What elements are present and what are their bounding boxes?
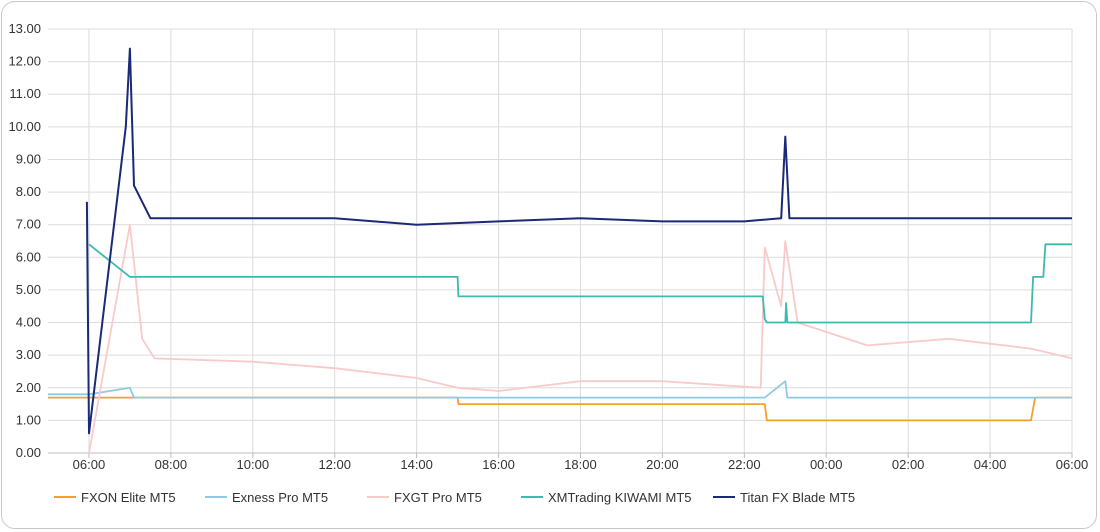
legend-item[interactable]: Titan FX Blade MT5 — [713, 490, 855, 505]
legend-label: Titan FX Blade MT5 — [740, 490, 855, 505]
series-line-fxon-elite-mt5 — [48, 396, 1072, 422]
x-tick-label: 06:00 — [1056, 457, 1089, 472]
y-axis-ticks: 0.00 1.00 2.00 3.00 4.00 5.00 6.00 7.00 8.00 9.00… — [8, 21, 41, 460]
y-tick-label: 0.00 — [16, 445, 41, 460]
x-tick-label: 16:00 — [482, 457, 515, 472]
series-lines — [48, 47, 1073, 454]
legend-item[interactable]: FXGT Pro MT5 — [367, 490, 482, 505]
y-tick-label: 8.00 — [16, 184, 41, 199]
line-chart: 0.00 1.00 2.00 3.00 4.00 5.00 6.00 7.00 8.00 9.00… — [8, 21, 1089, 505]
legend-item[interactable]: XMTrading KIWAMI MT5 — [521, 490, 692, 505]
y-tick-label: 6.00 — [16, 249, 41, 264]
x-tick-label: 02:00 — [892, 457, 925, 472]
y-tick-label: 12.00 — [8, 54, 41, 69]
legend-label: FXGT Pro MT5 — [394, 490, 482, 505]
y-tick-label: 7.00 — [16, 217, 41, 232]
legend: FXON Elite MT5 Exness Pro MT5 FXGT Pro MT5… — [54, 490, 855, 505]
y-tick-label: 9.00 — [16, 151, 41, 166]
x-tick-label: 14:00 — [400, 457, 433, 472]
gridlines — [48, 28, 1073, 458]
y-tick-label: 3.00 — [16, 347, 41, 362]
y-tick-label: 4.00 — [16, 315, 41, 330]
x-tick-label: 20:00 — [646, 457, 679, 472]
legend-item[interactable]: FXON Elite MT5 — [54, 490, 176, 505]
legend-label: Exness Pro MT5 — [232, 490, 328, 505]
y-tick-label: 10.00 — [8, 119, 41, 134]
y-tick-label: 1.00 — [16, 412, 41, 427]
x-tick-label: 10:00 — [237, 457, 270, 472]
legend-label: FXON Elite MT5 — [81, 490, 176, 505]
x-tick-label: 04:00 — [974, 457, 1007, 472]
legend-item[interactable]: Exness Pro MT5 — [205, 490, 328, 505]
y-tick-label: 2.00 — [16, 380, 41, 395]
x-tick-label: 08:00 — [155, 457, 188, 472]
x-tick-label: 12:00 — [318, 457, 351, 472]
x-tick-label: 00:00 — [810, 457, 843, 472]
y-tick-label: 5.00 — [16, 282, 41, 297]
y-tick-label: 13.00 — [8, 21, 41, 36]
series-line-titan-fx-blade-mt5 — [85, 47, 1072, 435]
legend-label: XMTrading KIWAMI MT5 — [548, 490, 692, 505]
y-tick-label: 11.00 — [9, 86, 41, 101]
x-axis-ticks: 06:00 08:00 10:00 12:00 14:00 16:00 18:00 20:00… — [73, 457, 1089, 472]
x-tick-label: 18:00 — [564, 457, 597, 472]
x-tick-label: 06:00 — [73, 457, 106, 472]
x-tick-label: 22:00 — [728, 457, 761, 472]
